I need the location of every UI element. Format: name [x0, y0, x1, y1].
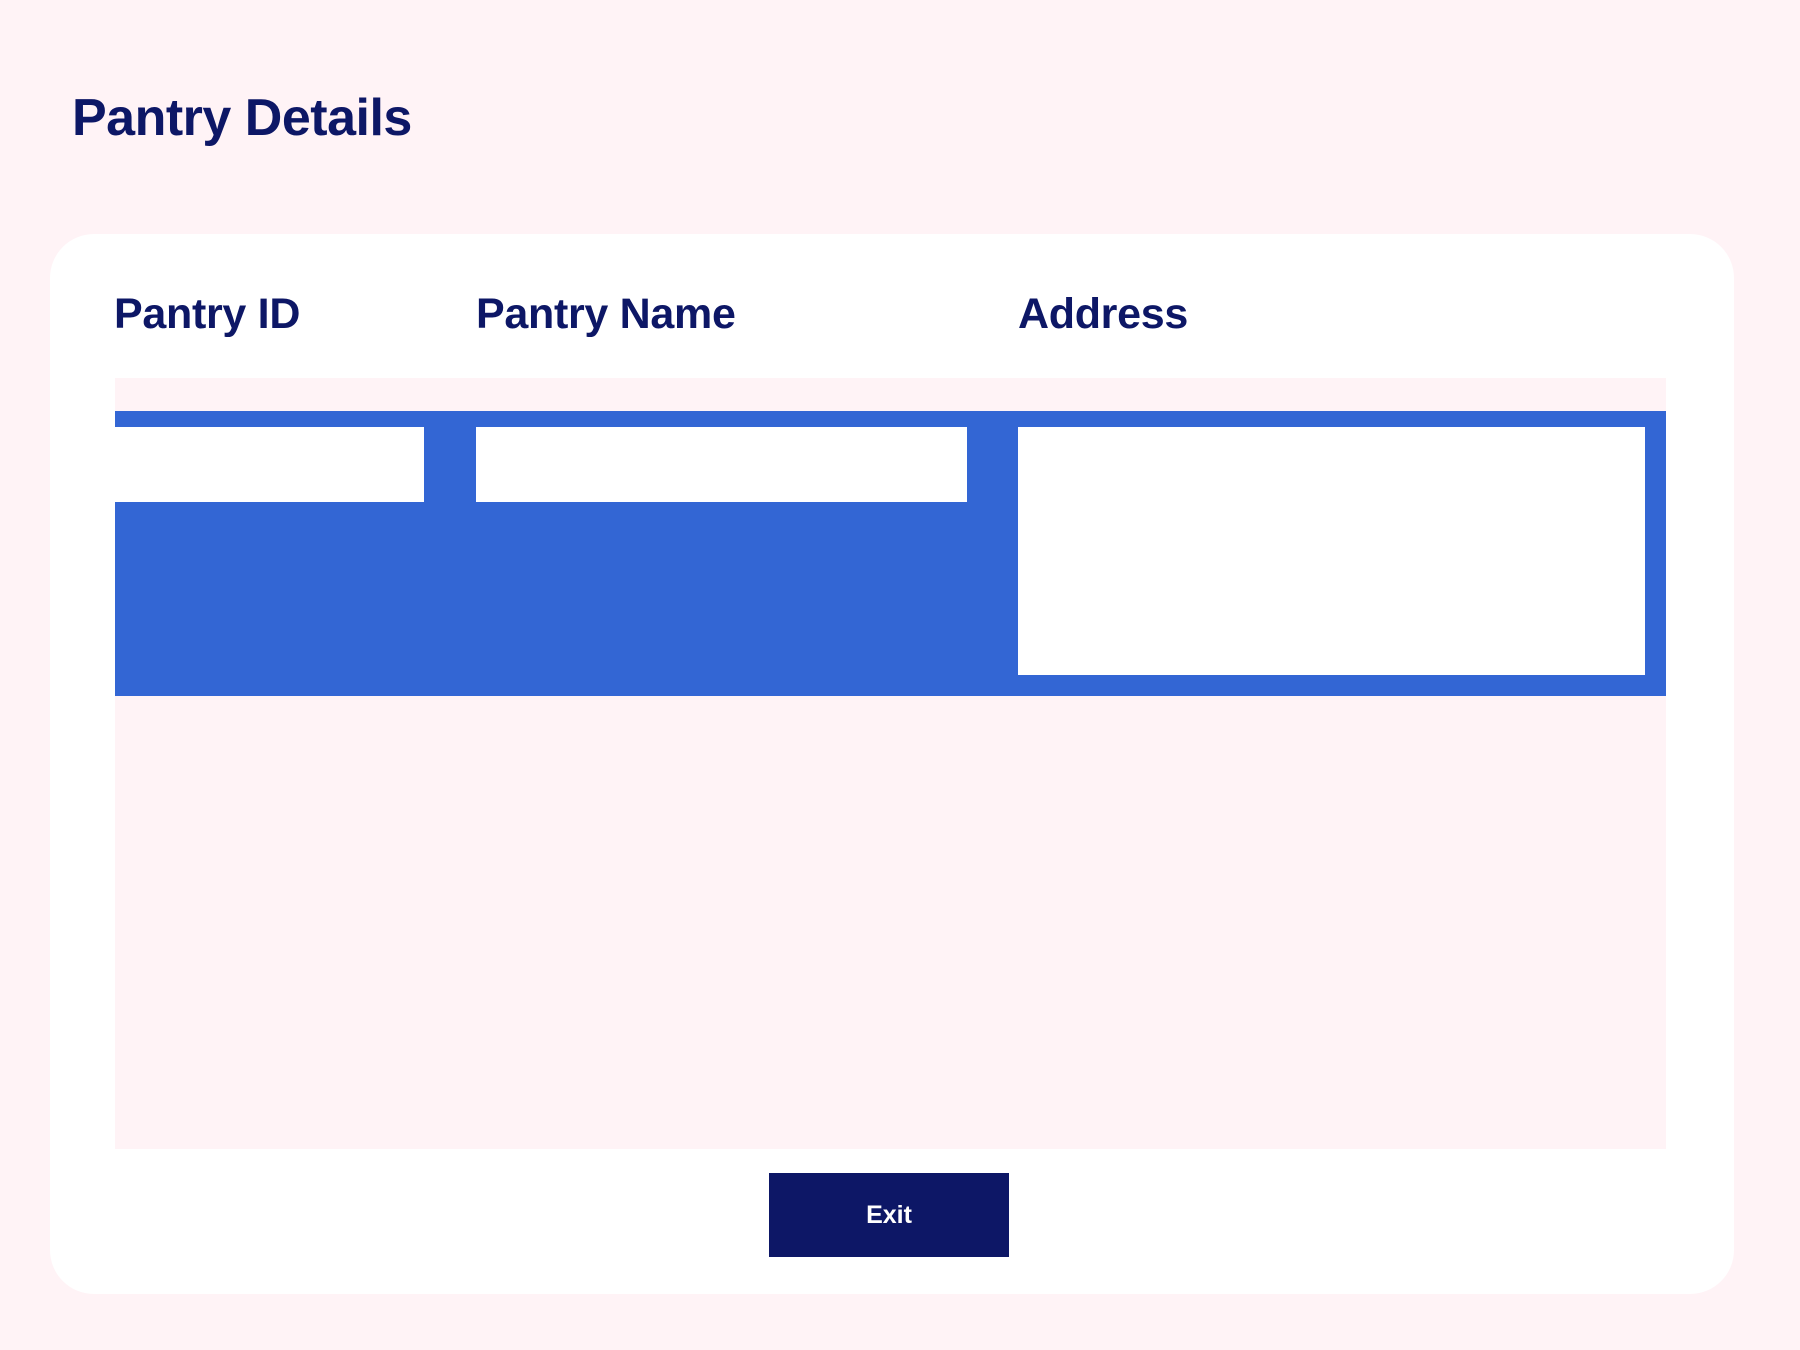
exit-button[interactable]: Exit [769, 1173, 1009, 1257]
pantry-id-field[interactable] [115, 427, 424, 502]
pantry-details-card: Pantry ID Pantry Name Address Exit [50, 234, 1734, 1294]
column-header-address: Address [1018, 290, 1188, 338]
table-body [115, 378, 1666, 1149]
pantry-name-field[interactable] [476, 427, 967, 502]
page-title: Pantry Details [72, 89, 412, 147]
column-header-pantry-id: Pantry ID [114, 290, 301, 338]
address-field[interactable] [1018, 427, 1645, 675]
table-row-selected[interactable] [115, 411, 1666, 696]
column-header-pantry-name: Pantry Name [476, 290, 736, 338]
